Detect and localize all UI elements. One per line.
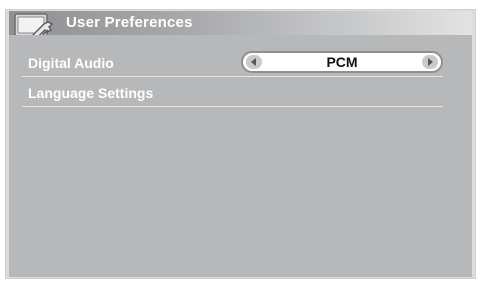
- arrow-left-icon: [251, 58, 256, 66]
- language-settings-item[interactable]: Language Settings: [28, 85, 153, 101]
- arrow-right-icon: [428, 58, 433, 66]
- digital-audio-selector[interactable]: PCM: [241, 51, 443, 73]
- page-title: User Preferences: [66, 14, 193, 31]
- next-option-button[interactable]: [422, 55, 438, 69]
- divider: [22, 106, 443, 107]
- divider: [22, 76, 443, 77]
- previous-option-button[interactable]: [246, 55, 262, 69]
- digital-audio-value: PCM: [326, 54, 358, 70]
- digital-audio-label[interactable]: Digital Audio: [28, 55, 114, 71]
